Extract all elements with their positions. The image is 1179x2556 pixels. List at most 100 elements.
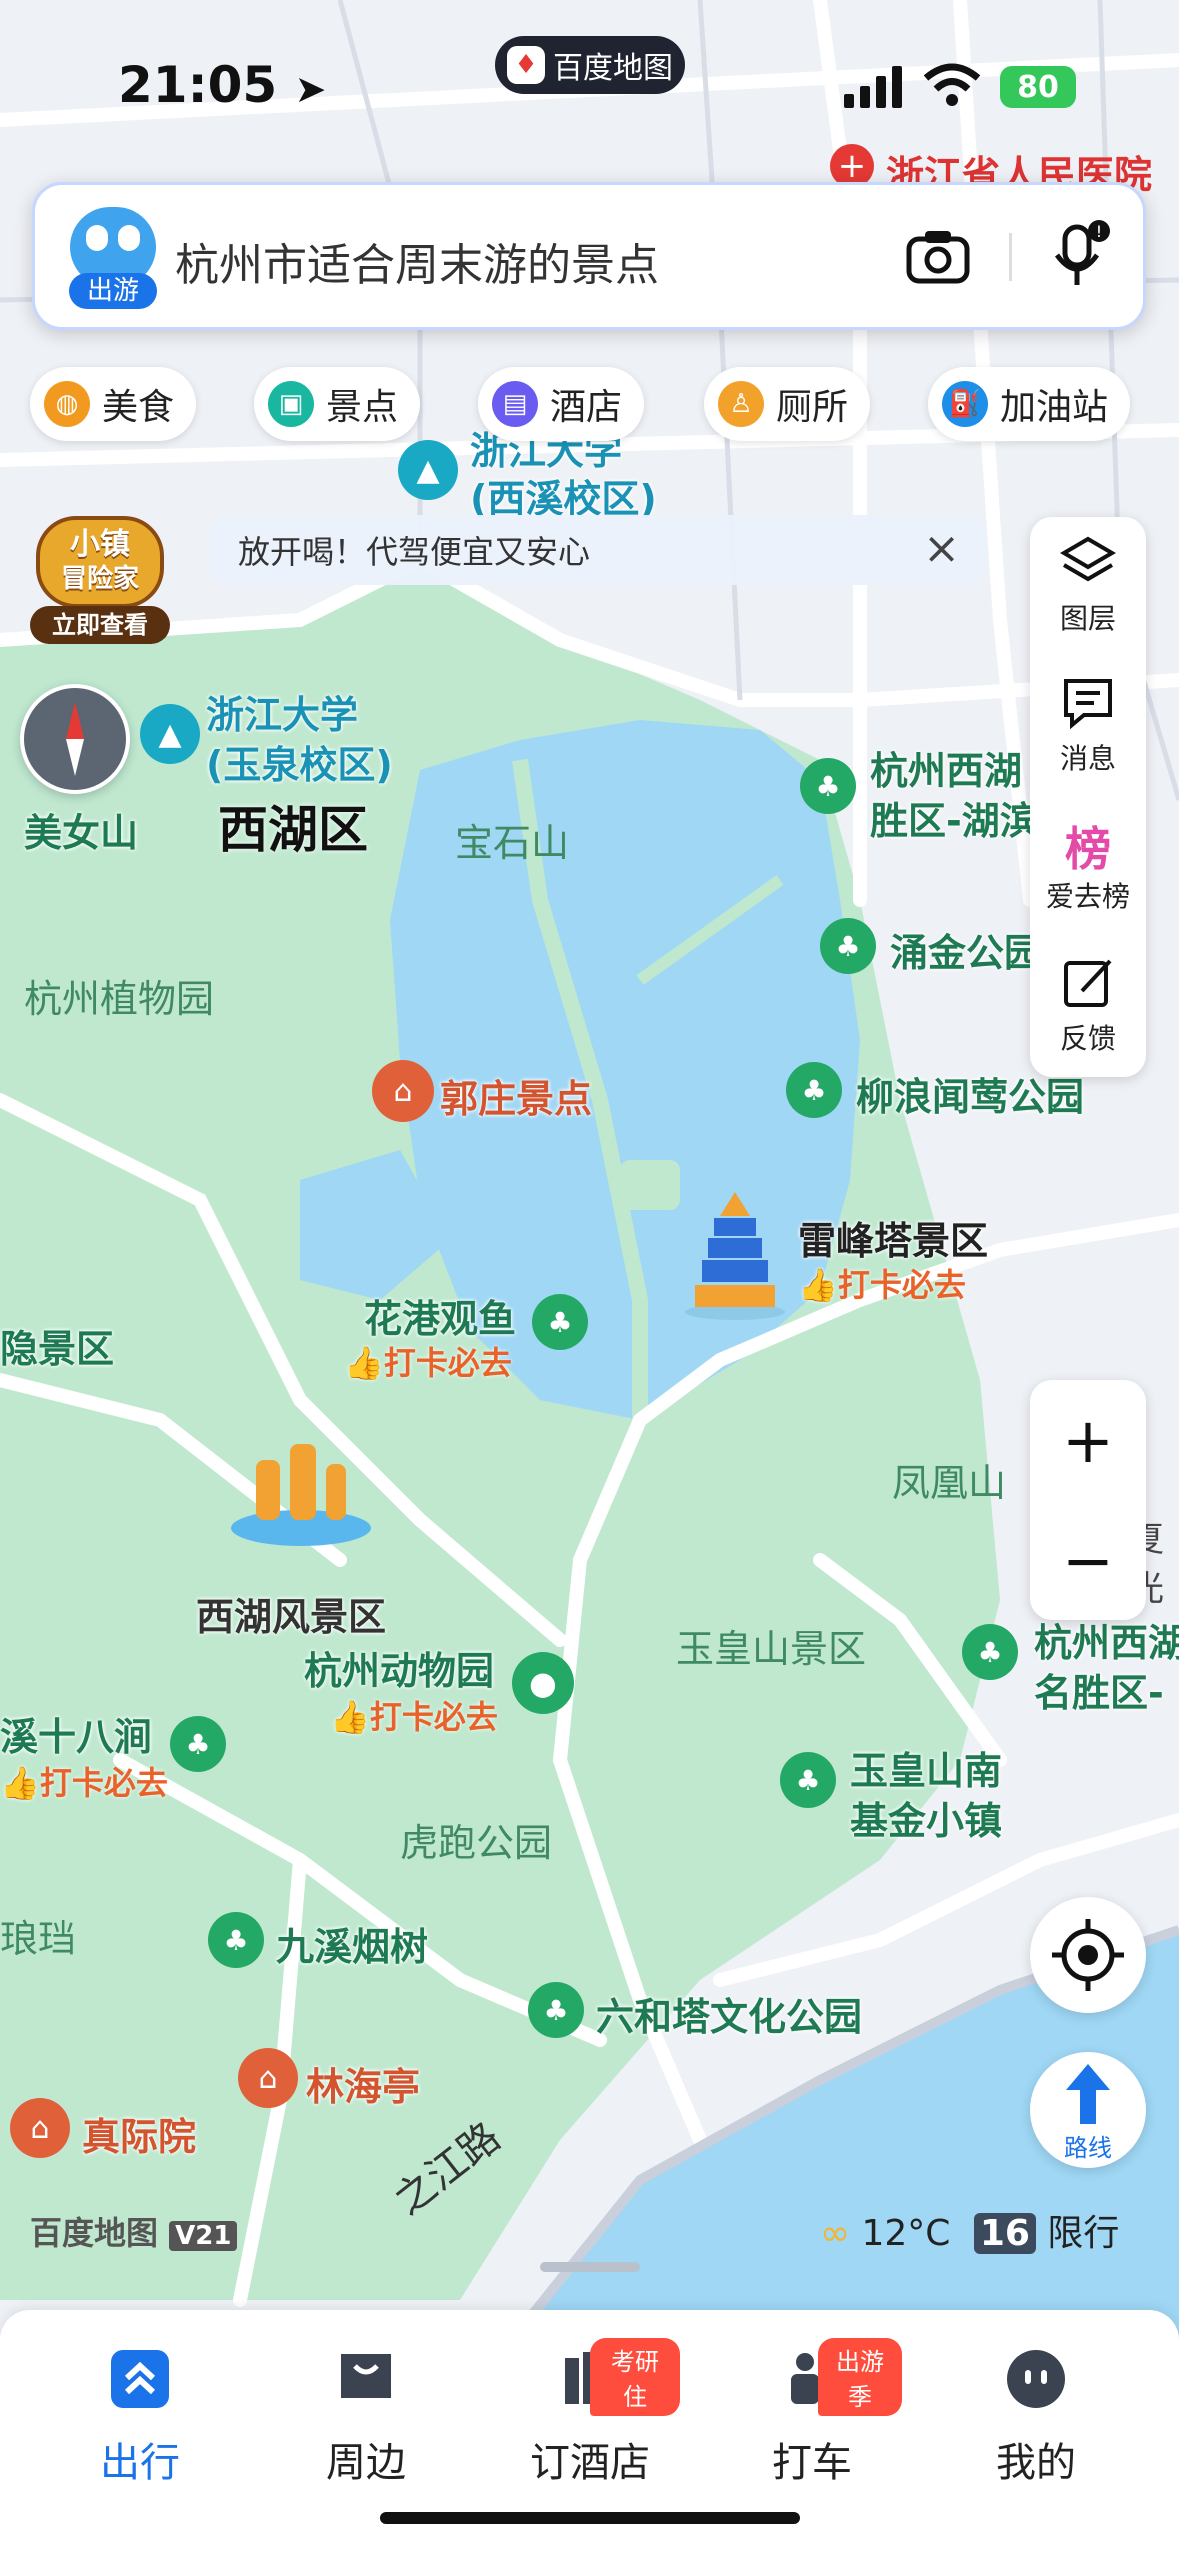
poi-label: 西湖风景区	[196, 1595, 387, 1639]
park-icon: ♣	[962, 1624, 1018, 1680]
wifi-icon	[923, 63, 981, 106]
park-icon: ♣	[800, 758, 856, 814]
tab-badge: 出游季	[818, 2338, 902, 2416]
tab-travel[interactable]: 出行	[50, 2348, 230, 2488]
zoom-control: + −	[1030, 1380, 1146, 1620]
promo-line2: 冒险家	[60, 564, 139, 594]
limit-digits: 16	[973, 2213, 1036, 2254]
sheet-drag-handle[interactable]	[540, 2262, 640, 2272]
poi-label: 杭州动物园	[304, 1649, 495, 1693]
locate-button[interactable]	[1030, 1897, 1146, 2013]
chip-label: 景点	[326, 387, 399, 428]
poi-label: 溪十八涧	[0, 1715, 153, 1759]
label-hupao: 虎跑公园	[400, 1821, 553, 1865]
panda-icon: ●	[512, 1652, 574, 1714]
tab-taxi[interactable]: 出游季 打车	[722, 2338, 902, 2488]
poi-label: 林海亭	[306, 2065, 421, 2109]
close-icon[interactable]: ×	[923, 523, 960, 574]
ranking-icon: 榜	[1065, 822, 1111, 876]
tab-badge: 考研住	[590, 2338, 680, 2416]
side-panel: 图层 消息 榜 爱去榜 反馈	[1030, 517, 1146, 1077]
poi-sublabel: 名胜区-	[1034, 1671, 1164, 1715]
chip-label: 美食	[102, 387, 175, 428]
label-meinvshan[interactable]: 美女山	[24, 802, 138, 857]
tab-label: 订酒店	[530, 2440, 650, 2486]
feedback-button[interactable]: 反馈	[1030, 937, 1146, 1077]
school-icon: ▲	[140, 704, 200, 764]
label-lingyin[interactable]: 隐景区	[0, 1318, 114, 1373]
poi-label: 杭州西湖	[1034, 1621, 1179, 1665]
app-pill-label: 百度地图	[553, 51, 673, 86]
map-watermark: 百度地图 V21	[30, 2208, 238, 2254]
route-arrow-icon	[1066, 2064, 1110, 2124]
weather-temp: 12°C	[861, 2213, 951, 2254]
park-icon: ♣	[170, 1716, 226, 1772]
app-pill: ♦ 百度地图	[495, 36, 685, 94]
search-bar[interactable]: 出游 杭州市适合周末游的景点 !	[32, 182, 1146, 330]
pagoda-icon	[685, 1192, 785, 1320]
profile-icon	[1007, 2350, 1065, 2408]
toilet-icon: ♙	[718, 381, 764, 427]
label-botanical: 杭州植物园	[24, 977, 215, 1021]
ranking-button[interactable]: 榜 爱去榜	[1030, 797, 1146, 937]
food-icon: ◍	[44, 381, 90, 427]
poi-label: 花港观鱼	[364, 1297, 517, 1341]
chip-toilet[interactable]: ♙ 厕所	[704, 367, 871, 441]
chip-label: 酒店	[550, 387, 623, 428]
park-icon: ♣	[208, 1912, 264, 1968]
layers-icon	[1060, 536, 1116, 582]
park-icon: ♣	[528, 1982, 584, 2038]
attraction-icon: ⌂	[238, 2048, 298, 2108]
promo-badge[interactable]: 小镇 冒险家 立即查看	[30, 516, 170, 648]
poi-sublabel: 基金小镇	[850, 1799, 1003, 1843]
tab-label: 打车	[772, 2440, 852, 2486]
signal-icon	[844, 66, 902, 108]
park-icon: ♣	[532, 1294, 588, 1350]
microphone-icon[interactable]: !	[1051, 219, 1111, 291]
tab-hotel-booking[interactable]: 考研住 订酒店	[500, 2338, 680, 2488]
compass-button[interactable]	[20, 684, 130, 794]
watermark-version: V21	[169, 2221, 238, 2251]
attraction-icon: ⌂	[10, 2098, 70, 2158]
label-yuhuang-scenic: 玉皇山景区	[676, 1627, 867, 1671]
checkin-tag: 👍打卡必去	[0, 1764, 168, 1802]
camera-icon[interactable]	[905, 227, 971, 285]
search-input[interactable]: 杭州市适合周末游的景点	[175, 229, 659, 293]
chip-hotel[interactable]: ▤ 酒店	[478, 367, 645, 441]
chip-scenic[interactable]: ▣ 景点	[254, 367, 421, 441]
weather-info[interactable]: ∞ 12°C 16 限行	[820, 2204, 1119, 2256]
poi-sublabel: 胜区-湖滨	[870, 799, 1038, 843]
poi-label: 真际院	[82, 2115, 197, 2159]
three-pools-icon	[231, 1444, 371, 1546]
attraction-icon: ⌂	[372, 1060, 434, 1122]
park-icon: ♣	[786, 1062, 842, 1118]
poi-label: 玉皇山南	[850, 1749, 1003, 1793]
tab-nearby[interactable]: 周边	[276, 2348, 456, 2488]
route-button[interactable]: 路线	[1030, 2052, 1146, 2168]
chip-gas-station[interactable]: ⛽ 加油站	[928, 367, 1131, 441]
battery-indicator: 80	[1000, 66, 1076, 108]
tab-profile[interactable]: 我的	[946, 2348, 1126, 2488]
message-button[interactable]: 消息	[1030, 657, 1146, 797]
promo-banner[interactable]: 放开喝！代驾便宜又安心 ×	[210, 515, 986, 585]
route-label: 路线	[1064, 2134, 1112, 2162]
zoom-out-button[interactable]: −	[1030, 1500, 1146, 1620]
side-label: 图层	[1059, 602, 1116, 635]
label-langdang: 琅珰	[0, 1917, 77, 1961]
tab-label: 我的	[996, 2440, 1076, 2486]
promo-button[interactable]: 立即查看	[30, 606, 170, 644]
tab-label: 出行	[100, 2440, 180, 2486]
gas-station-icon: ⛽	[942, 381, 988, 427]
mascot-avatar[interactable]: 出游	[65, 207, 161, 309]
checkin-tag: 👍打卡必去	[344, 1344, 512, 1382]
limit-text: 限行	[1047, 2213, 1120, 2254]
poi-label: 浙江大学	[206, 693, 359, 737]
layers-button[interactable]: 图层	[1030, 517, 1146, 657]
chip-food[interactable]: ◍ 美食	[30, 367, 197, 441]
checkin-tag: 👍打卡必去	[330, 1698, 498, 1736]
side-label: 爱去榜	[1045, 880, 1130, 913]
school-icon: ▲	[398, 440, 458, 500]
watermark-text: 百度地图	[30, 2214, 159, 2252]
zoom-in-button[interactable]: +	[1030, 1380, 1146, 1500]
feedback-icon	[1064, 959, 1112, 1007]
